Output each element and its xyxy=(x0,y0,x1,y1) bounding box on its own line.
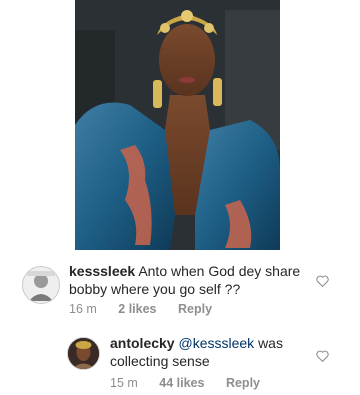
comment-username[interactable]: kesssleek xyxy=(69,263,135,279)
comment-likes[interactable]: 44 likes xyxy=(159,376,204,390)
avatar[interactable] xyxy=(22,266,60,304)
post-photo[interactable] xyxy=(75,0,280,250)
comment-time: 16 m xyxy=(69,302,97,316)
comment-time: 15 m xyxy=(110,376,138,390)
heart-icon[interactable] xyxy=(316,275,329,287)
heart-icon[interactable] xyxy=(316,350,329,362)
comment-username[interactable]: antolecky xyxy=(110,335,175,351)
comment-likes[interactable]: 2 likes xyxy=(118,302,156,316)
avatar[interactable] xyxy=(67,337,100,370)
photo-illustration xyxy=(75,0,280,250)
comment-meta: 15 m 44 likes Reply xyxy=(110,376,278,390)
comment-body: kesssleek Anto when God dey share bobby … xyxy=(69,262,309,298)
reply-button[interactable]: Reply xyxy=(178,302,212,316)
reply-button[interactable]: Reply xyxy=(226,376,260,390)
comment-item: kesssleek Anto when God dey share bobby … xyxy=(0,258,360,318)
comment-reply-item: antolecky @kesssleek was collecting sens… xyxy=(0,330,360,392)
comment-body: antolecky @kesssleek was collecting sens… xyxy=(110,334,305,370)
mention-link[interactable]: @kesssleek xyxy=(178,335,254,351)
comment-meta: 16 m 2 likes Reply xyxy=(69,302,230,316)
